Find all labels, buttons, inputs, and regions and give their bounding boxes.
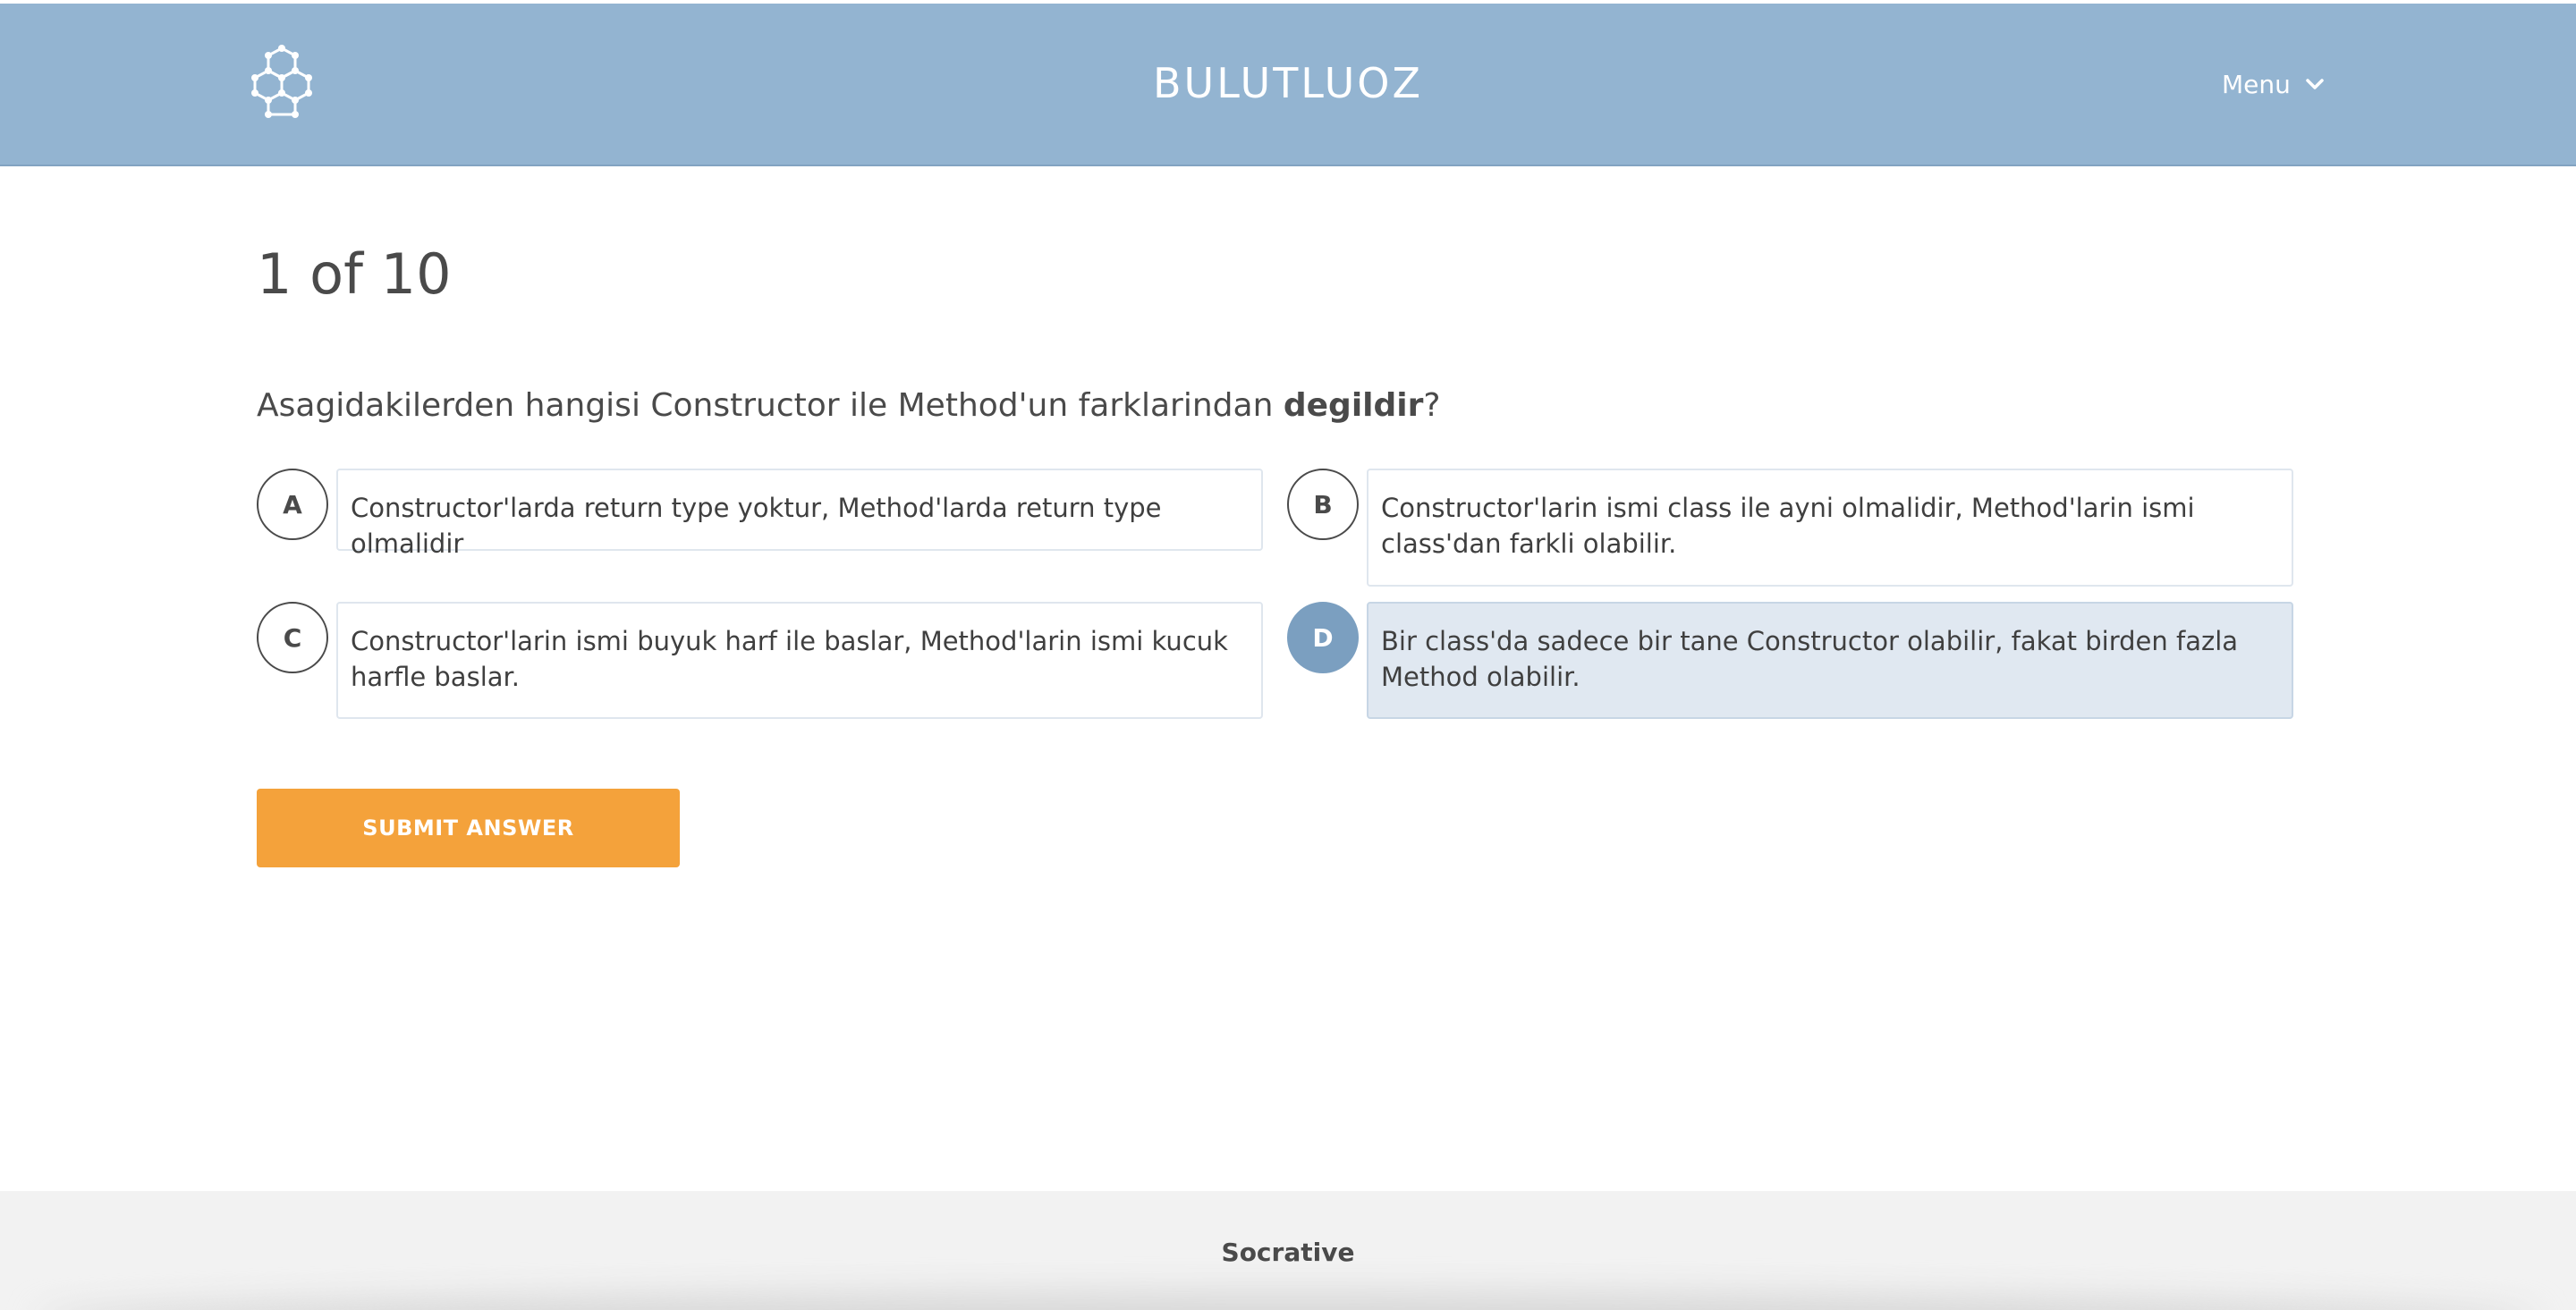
menu-label: Menu (2222, 69, 2291, 99)
footer-brand: Socrative (1221, 1238, 1355, 1267)
question-emphasis: degildir (1283, 387, 1424, 424)
option-letter-b[interactable]: B (1287, 469, 1359, 540)
room-name: BULUTLUOZ (1152, 59, 1424, 107)
question-suffix: ? (1423, 387, 1441, 424)
option-text-c[interactable]: Constructor'larin ismi buyuk harf ile ba… (336, 602, 1263, 719)
submit-answer-button[interactable]: SUBMIT ANSWER (257, 789, 680, 867)
option-letter-c[interactable]: C (257, 602, 328, 673)
header-bar: BULUTLUOZ Menu (0, 4, 2576, 166)
option-letter-d[interactable]: D (1287, 602, 1359, 673)
option-letter-a[interactable]: A (257, 469, 328, 540)
footer: Socrative (0, 1191, 2576, 1310)
option-text-b[interactable]: Constructor'larin ismi class ile ayni ol… (1367, 469, 2293, 587)
question-progress: 1 of 10 (257, 241, 452, 307)
option-text-a[interactable]: Constructor'larda return type yoktur, Me… (336, 469, 1263, 559)
footer-shadow (36, 1292, 2540, 1310)
question-text: Asagidakilerden hangisi Constructor ile … (257, 387, 2403, 424)
option-text-d[interactable]: Bir class'da sadece bir tane Constructor… (1367, 602, 2293, 719)
menu-dropdown[interactable]: Menu (2222, 66, 2325, 102)
question-prefix: Asagidakilerden hangisi Constructor ile … (257, 387, 1284, 424)
chevron-down-icon (2305, 78, 2325, 90)
